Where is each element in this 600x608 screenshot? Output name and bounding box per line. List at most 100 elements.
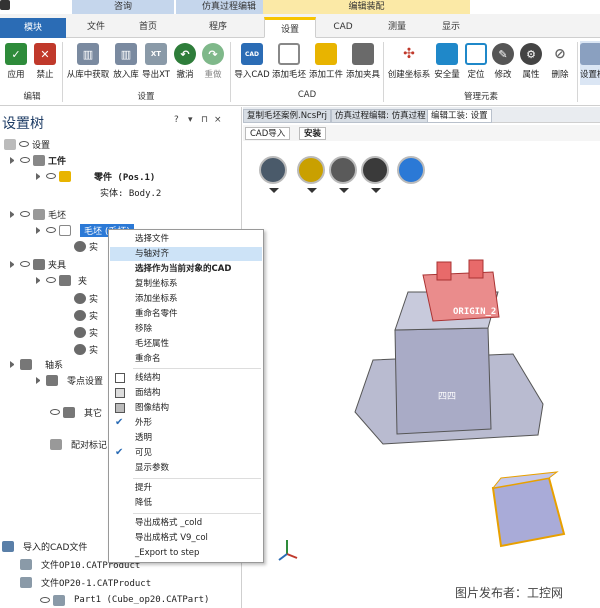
create-axis-button[interactable]: ✣ 创建坐标系 xyxy=(386,41,432,85)
menu-item-rename-part[interactable]: 重命名零件 xyxy=(110,307,262,321)
menu-item-select-file[interactable]: 选择文件 xyxy=(110,232,262,246)
put-to-library-button[interactable]: ▥ 放入库 xyxy=(112,41,140,85)
mode-icon xyxy=(580,43,600,65)
tree-node-fixture-solid[interactable]: 实 xyxy=(74,342,98,356)
collapse-arrow-icon[interactable] xyxy=(10,360,17,368)
fixture-model[interactable]: ORIGIN_2 四四 xyxy=(243,142,600,608)
tree-node-fixture-solid[interactable]: 实 xyxy=(74,291,98,305)
menu-item-visible[interactable]: ✔ 可见 xyxy=(110,446,262,460)
eye-icon[interactable] xyxy=(46,277,56,283)
cad-part1[interactable]: Part1 (Cube_op20.CATPart) xyxy=(40,593,209,607)
menu-item-surface[interactable]: 面结构 xyxy=(110,386,262,400)
menu-item-image[interactable]: 图像结构 xyxy=(110,401,262,415)
axis-y xyxy=(278,553,288,561)
menu-item-stock-props[interactable]: 毛坯属性 xyxy=(110,337,262,351)
add-part-button[interactable]: 添加工件 xyxy=(308,41,344,85)
menu-item-wireframe[interactable]: 线结构 xyxy=(110,371,262,385)
tree-node-fixture-item[interactable]: 夹 xyxy=(36,273,87,287)
eye-icon[interactable] xyxy=(50,409,60,415)
gear-icon: ⚙ xyxy=(520,43,542,65)
tree-node-workpiece[interactable]: 工件 xyxy=(10,153,66,167)
menu-item-export-cold[interactable]: 导出成格式 _cold xyxy=(110,516,262,530)
tree-node-part[interactable]: 零件 (Pos.1) xyxy=(36,169,155,183)
menu-item-export-v9[interactable]: 导出成格式 V9_col xyxy=(110,531,262,545)
sub-tab-cad-import[interactable]: CAD导入 xyxy=(245,127,291,140)
eye-icon[interactable] xyxy=(46,227,56,233)
menu-item-copy-axis[interactable]: 复制坐标系 xyxy=(110,277,262,291)
menu-item-raise[interactable]: 提升 xyxy=(110,481,262,495)
menu-item-add-axis[interactable]: 添加坐标系 xyxy=(110,292,262,306)
help-button[interactable]: ? xyxy=(174,115,179,125)
import-cad-button[interactable]: CAD 导入CAD xyxy=(233,41,271,85)
collapse-arrow-icon[interactable] xyxy=(36,376,43,384)
disable-button[interactable]: ✕ 禁止 xyxy=(31,41,59,85)
cad-file-op20[interactable]: 文件OP20-1.CATProduct xyxy=(20,575,151,589)
tree-node-axes[interactable]: 轴系 xyxy=(10,357,63,371)
tab-cad[interactable]: CAD xyxy=(318,17,368,38)
undo-button[interactable]: ↶ 撤消 xyxy=(172,41,198,85)
panel-close-button[interactable]: × xyxy=(214,115,222,125)
eye-icon[interactable] xyxy=(20,211,30,217)
sub-tab-setup[interactable]: 安装 xyxy=(299,127,327,140)
doc-tab-sim-process[interactable]: 仿真过程编辑: 仿真过程 xyxy=(331,109,430,123)
tab-program[interactable]: 程序 xyxy=(176,17,260,38)
tree-node-body[interactable]: 实体: Body.2 xyxy=(100,185,161,199)
menu-item-remove[interactable]: 移除 xyxy=(110,322,262,336)
menu-item-transparent[interactable]: 透明 xyxy=(110,431,262,445)
doc-tab-project[interactable]: 复制毛坯案例.NcsPrj xyxy=(243,109,331,123)
3d-viewport[interactable]: ORIGIN_2 四四 xyxy=(243,142,600,608)
collapse-arrow-icon[interactable] xyxy=(36,226,43,234)
tab-display[interactable]: 显示 xyxy=(426,17,476,38)
collapse-arrow-icon[interactable] xyxy=(10,156,17,164)
tree-node-settings[interactable]: 设置 xyxy=(4,137,50,151)
tree-node-fixture[interactable]: 夹具 xyxy=(10,257,66,271)
tree-node-other[interactable]: 其它 xyxy=(50,405,102,419)
eye-icon[interactable] xyxy=(20,261,30,267)
collapse-arrow-icon[interactable] xyxy=(36,276,43,284)
get-from-library-button[interactable]: ▥ 从库中获取 xyxy=(65,41,111,85)
locate-button[interactable]: 定位 xyxy=(463,41,489,85)
menu-item-select-current-cad[interactable]: 选择作为当前对象的CAD xyxy=(110,262,262,276)
tree-node-stock-solid[interactable]: 实 xyxy=(74,239,98,253)
eye-icon[interactable] xyxy=(19,141,29,147)
tab-file[interactable]: 文件 xyxy=(72,17,120,38)
tab-module[interactable]: 模块 xyxy=(0,18,66,38)
menu-item-display-params[interactable]: 显示参数 xyxy=(110,461,262,475)
menu-item-rename[interactable]: 重命名 xyxy=(110,352,262,366)
doc-tab-fixture-settings[interactable]: 编辑工装: 设置 xyxy=(427,109,492,123)
collapse-arrow-icon[interactable] xyxy=(10,210,17,218)
collapse-arrow-icon[interactable] xyxy=(10,260,17,268)
zero-icon xyxy=(46,374,58,386)
menu-item-shape[interactable]: ✔ 外形 xyxy=(110,416,262,430)
cad-files-root[interactable]: 导入的CAD文件 xyxy=(2,539,87,553)
delete-button[interactable]: ⊘ 删除 xyxy=(547,41,573,85)
eye-icon[interactable] xyxy=(20,157,30,163)
panel-menu-button[interactable]: ▾ xyxy=(188,115,193,125)
properties-button[interactable]: ⚙ 属性 xyxy=(518,41,544,85)
tab-home[interactable]: 首页 xyxy=(124,17,172,38)
settings-mode-button[interactable]: 设置模式 xyxy=(580,41,600,85)
tree-node-stock[interactable]: 毛坯 xyxy=(10,207,66,221)
add-fixture-button[interactable]: 添加夹具 xyxy=(345,41,381,85)
tree-node-pair-mark[interactable]: 配对标记 xyxy=(50,437,107,451)
menu-item-export-step[interactable]: _Export to step xyxy=(110,546,262,560)
tree-node-fixture-solid[interactable]: 实 xyxy=(74,308,98,322)
redo-button[interactable]: ↷ 重做 xyxy=(200,41,226,85)
tab-measure[interactable]: 测量 xyxy=(372,17,422,38)
check-icon: ✔ xyxy=(115,447,124,458)
eye-icon[interactable] xyxy=(46,173,56,179)
export-xt-button[interactable]: XT 导出XT xyxy=(141,41,171,85)
tree-node-fixture-solid[interactable]: 实 xyxy=(74,325,98,339)
tab-settings[interactable]: 设置 xyxy=(264,17,316,38)
eye-icon[interactable] xyxy=(40,597,50,603)
panel-pin-button[interactable]: ⊓ xyxy=(201,115,208,125)
tree-node-zero-setting[interactable]: 零点设置 xyxy=(36,373,103,387)
safety-button[interactable]: 安全量 xyxy=(433,41,461,85)
edit-button[interactable]: ✎ 修改 xyxy=(490,41,516,85)
apply-button[interactable]: ✓ 应用 xyxy=(3,41,29,85)
collapse-arrow-icon[interactable] xyxy=(36,172,43,180)
menu-item-align-axis[interactable]: 与轴对齐 xyxy=(110,247,262,261)
add-stock-button[interactable]: 添加毛坯 xyxy=(271,41,307,85)
menu-item-lower[interactable]: 降低 xyxy=(110,496,262,510)
group-separator xyxy=(62,42,63,102)
